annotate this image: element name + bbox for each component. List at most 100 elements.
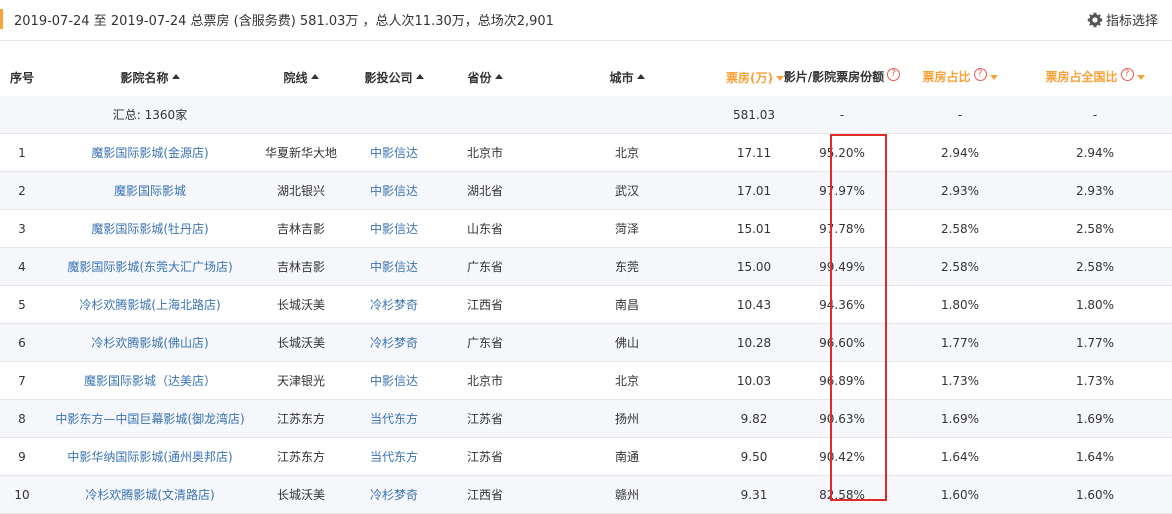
cell-ratio: 2.93% [902,171,1018,210]
cell-company-link[interactable]: 冷杉梦奇 [346,475,442,514]
cell-cinema-link[interactable]: 魔影国际影城 [44,171,256,210]
sort-arrow-icon [1136,75,1145,80]
cell-company-link[interactable]: 中影信达 [346,247,442,286]
cell-company-link[interactable]: 中影信达 [346,171,442,210]
cell-cinema-link[interactable]: 魔影国际影城（达美店） [44,361,256,400]
col-cinema[interactable]: 影院名称 [44,58,256,96]
summary-label: 汇总: 1360家 [44,96,256,134]
cell-company-link[interactable]: 当代东方 [346,399,442,438]
summary-text: 2019-07-24 至 2019-07-24 总票房 (含服务费) 581.0… [14,14,554,29]
cell-cinema-link[interactable]: 中影东方—中国巨幕影城(御龙湾店) [44,399,256,438]
cell-province: 湖北省 [442,171,528,210]
col-line[interactable]: 院线 [256,58,346,96]
col-company[interactable]: 影投公司 [346,58,442,96]
cell-city: 北京 [528,133,726,172]
cell-cinema-link[interactable]: 冷杉欢腾影城(佛山店) [44,323,256,362]
cell-national-ratio: 1.64% [1018,437,1172,476]
cell-share: 97.78% [782,209,902,248]
sort-arrow-icon [171,73,180,79]
cell-city: 南昌 [528,285,726,324]
cell-national-ratio: 1.77% [1018,323,1172,362]
gear-icon [1087,12,1103,27]
col-share: 影片/影院票房份额? [782,58,902,96]
sort-arrow-icon [989,75,998,80]
cell-company-link[interactable]: 中影信达 [346,361,442,400]
cell-cinema-link[interactable]: 魔影国际影城(东莞大汇广场店) [44,247,256,286]
summary-boxoffice: 581.03 [726,96,782,134]
cell-seq: 2 [0,171,44,210]
cell-seq: 3 [0,209,44,248]
cell-seq: 8 [0,399,44,438]
cell-city: 南通 [528,437,726,476]
cell-line: 长城沃美 [256,475,346,514]
summary-row: 汇总: 1360家 581.03 - - - [0,96,1172,134]
table-row: 7 魔影国际影城（达美店） 天津银光 中影信达 北京市 北京 10.03 96.… [0,361,1172,400]
question-circle-icon[interactable]: ? [973,68,987,81]
col-national-ratio[interactable]: 票房占全国比? [1018,58,1172,96]
cell-company-link[interactable]: 中影信达 [346,209,442,248]
cell-line: 华夏新华大地 [256,133,346,172]
cell-province: 江西省 [442,285,528,324]
cell-boxoffice: 10.43 [726,285,782,324]
cell-line: 江苏东方 [256,437,346,476]
cell-cinema-link[interactable]: 魔影国际影城(金源店) [44,133,256,172]
accent-marker [0,9,3,29]
cell-province: 广东省 [442,323,528,362]
table-row: 5 冷杉欢腾影城(上海北路店) 长城沃美 冷杉梦奇 江西省 南昌 10.43 9… [0,285,1172,324]
cell-seq: 9 [0,437,44,476]
table-row: 4 魔影国际影城(东莞大汇广场店) 吉林吉影 中影信达 广东省 东莞 15.00… [0,247,1172,286]
cell-national-ratio: 1.69% [1018,399,1172,438]
cell-share: 99.49% [782,247,902,286]
cell-boxoffice: 15.01 [726,209,782,248]
cell-seq: 5 [0,285,44,324]
cell-company-link[interactable]: 当代东方 [346,437,442,476]
cell-ratio: 1.77% [902,323,1018,362]
cell-province: 北京市 [442,133,528,172]
cell-line: 吉林吉影 [256,247,346,286]
table-row: 6 冷杉欢腾影城(佛山店) 长城沃美 冷杉梦奇 广东省 佛山 10.28 96.… [0,323,1172,362]
cell-ratio: 1.80% [902,285,1018,324]
cell-share: 94.36% [782,285,902,324]
cell-cinema-link[interactable]: 中影华纳国际影城(通州奥邦店) [44,437,256,476]
cell-company-link[interactable]: 冷杉梦奇 [346,323,442,362]
cell-ratio: 1.73% [902,361,1018,400]
cell-city: 东莞 [528,247,726,286]
cell-company-link[interactable]: 冷杉梦奇 [346,285,442,324]
question-circle-icon[interactable]: ? [1120,68,1134,81]
col-city[interactable]: 城市 [528,58,726,96]
cell-company-link[interactable]: 中影信达 [346,133,442,172]
cell-line: 天津银光 [256,361,346,400]
cell-line: 江苏东方 [256,399,346,438]
col-province[interactable]: 省份 [442,58,528,96]
cell-boxoffice: 10.28 [726,323,782,362]
cell-cinema-link[interactable]: 冷杉欢腾影城(上海北路店) [44,285,256,324]
cell-boxoffice: 9.50 [726,437,782,476]
question-circle-icon[interactable]: ? [887,68,901,81]
indicator-select-button[interactable]: 指标选择 [1087,10,1158,29]
cell-seq: 6 [0,323,44,362]
cell-seq: 7 [0,361,44,400]
table-row: 3 魔影国际影城(牡丹店) 吉林吉影 中影信达 山东省 菏泽 15.01 97.… [0,209,1172,248]
col-seq: 序号 [9,70,34,85]
cell-cinema-link[interactable]: 魔影国际影城(牡丹店) [44,209,256,248]
cell-ratio: 2.58% [902,209,1018,248]
cell-city: 菏泽 [528,209,726,248]
cell-seq: 1 [0,133,44,172]
cell-ratio: 2.94% [902,133,1018,172]
col-ratio[interactable]: 票房占比? [902,58,1018,96]
col-boxoffice[interactable]: 票房(万) [726,58,784,96]
table-header: 序号 影院名称 院线 影投公司 省份 城市 票房(万) 影片/影院票房份额? 票… [0,58,1172,96]
cell-national-ratio: 2.93% [1018,171,1172,210]
summary-share: - [782,96,902,134]
cell-share: 90.42% [782,437,902,476]
cell-city: 扬州 [528,399,726,438]
cell-boxoffice: 10.03 [726,361,782,400]
cell-ratio: 2.58% [902,247,1018,286]
table-row: 2 魔影国际影城 湖北银兴 中影信达 湖北省 武汉 17.01 97.97% 2… [0,171,1172,210]
cell-line: 长城沃美 [256,285,346,324]
summary-bar: 2019-07-24 至 2019-07-24 总票房 (含服务费) 581.0… [0,0,1172,41]
cell-share: 96.60% [782,323,902,362]
cell-share: 97.97% [782,171,902,210]
cell-cinema-link[interactable]: 冷杉欢腾影城(文清路店) [44,475,256,514]
summary-national-ratio: - [1018,96,1172,134]
